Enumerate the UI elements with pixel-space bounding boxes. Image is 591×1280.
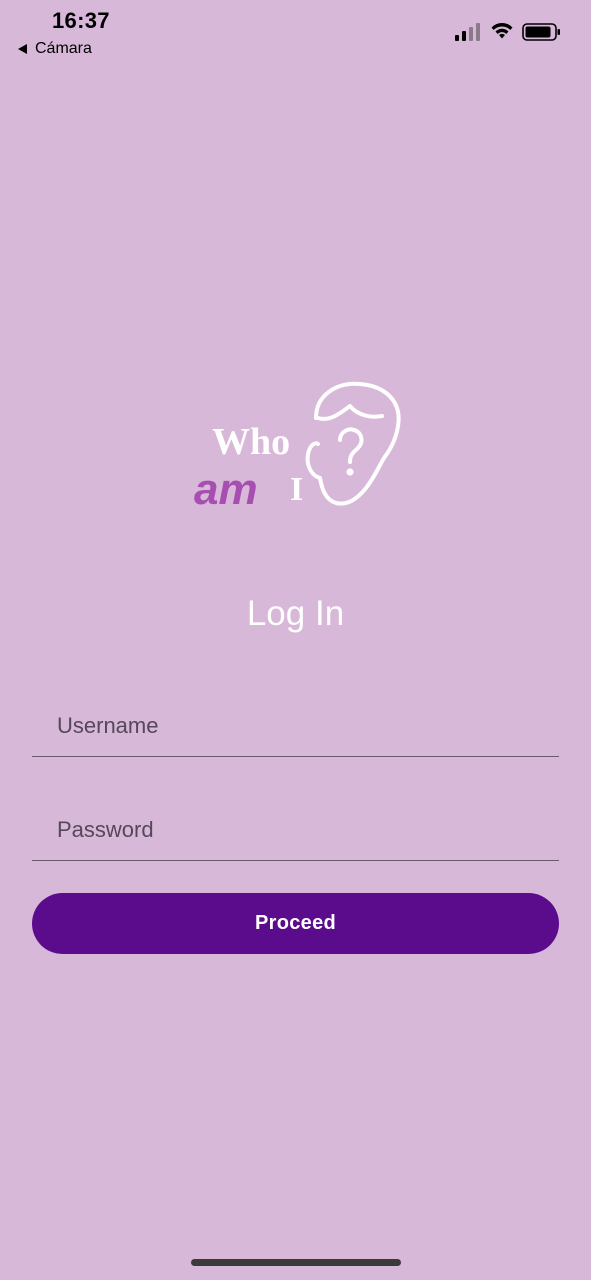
- who-am-i-logo: Who am I: [194, 381, 401, 510]
- back-label: Cámara: [35, 40, 92, 57]
- status-bar: 16:37 Cámara: [0, 0, 591, 70]
- status-time: 16:37: [52, 8, 110, 33]
- back-to-camera-link[interactable]: Cámara: [18, 40, 92, 58]
- proceed-button[interactable]: Proceed: [32, 893, 559, 954]
- face-question-icon: [305, 381, 401, 506]
- username-field-wrapper: [32, 696, 559, 757]
- back-arrow-icon: [18, 44, 27, 54]
- cellular-signal-icon: [455, 23, 480, 41]
- battery-icon: [522, 23, 560, 41]
- logo-am-text: am: [194, 465, 258, 510]
- logo-i-text: I: [290, 471, 303, 508]
- username-input[interactable]: [32, 696, 559, 756]
- home-indicator[interactable]: [191, 1259, 401, 1266]
- page-title: Log In: [246, 594, 345, 633]
- password-input[interactable]: [32, 800, 559, 860]
- wifi-icon: [491, 23, 513, 39]
- password-field-wrapper: [32, 800, 559, 861]
- logo-who-text: Who: [212, 421, 290, 463]
